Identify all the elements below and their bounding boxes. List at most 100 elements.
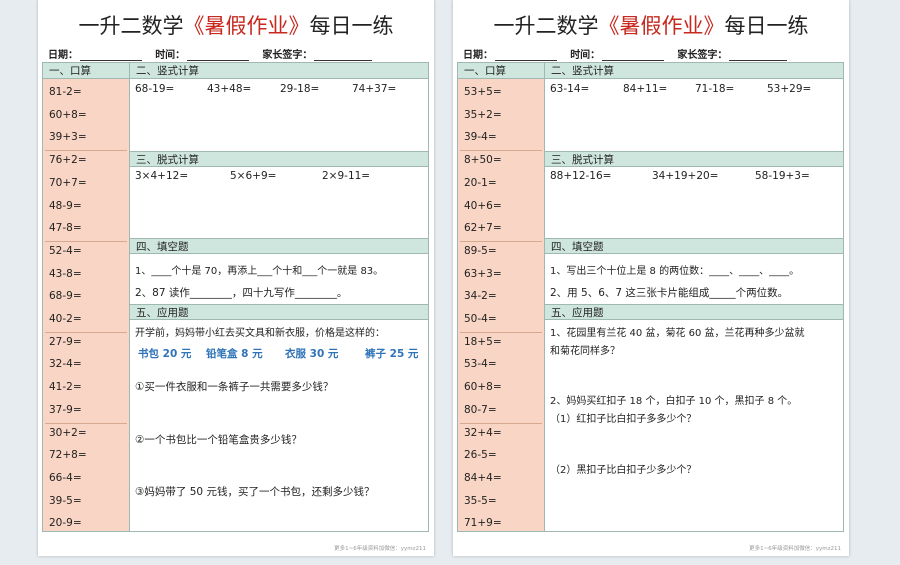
- oral-problem: 43-8=: [49, 267, 82, 280]
- oral-problem: 60+8=: [49, 108, 87, 121]
- oral-divider: [45, 241, 127, 243]
- title-highlight: 《暑假作业》: [598, 14, 725, 38]
- oral-problem: 40+6=: [464, 199, 502, 212]
- app-question-2b: （2）黑扣子比白扣子少多少个？: [550, 465, 697, 476]
- app-question-1-cont: 和菊花同样多？: [550, 346, 620, 357]
- oral-problem: 39-4=: [464, 131, 497, 144]
- oral-problem: 48-9=: [49, 199, 82, 212]
- oral-problem: 20-9=: [49, 517, 82, 530]
- vertical-problem: 84+11=: [623, 83, 668, 95]
- vertical-heading: 二、竖式计算: [130, 63, 428, 79]
- fill-question-2: 2、87 读作________，四十九写作________。: [135, 287, 348, 299]
- oral-problem: 40-2=: [49, 313, 82, 325]
- price-bag: 书包 20 元: [138, 348, 192, 360]
- oral-problem: 34-2=: [464, 290, 497, 303]
- time-label: 时间：: [155, 50, 186, 61]
- app-question-3: ③妈妈带了 50 元钱，买了一个书包，还剩多少钱？: [135, 486, 375, 498]
- header-fields: 日期： 时间： 家长签字：: [463, 46, 843, 61]
- header-fields: 日期： 时间： 家长签字：: [48, 46, 428, 61]
- oral-divider: [460, 150, 542, 152]
- app-heading: 五、应用题: [130, 304, 428, 320]
- off-heading: 三、脱式计算: [545, 151, 843, 167]
- title-prefix: 一升二数学: [493, 14, 599, 38]
- fill-heading: 四、填空题: [130, 238, 428, 254]
- vertical-heading: 二、竖式计算: [545, 63, 843, 79]
- off-problem: 58-19+3=: [755, 170, 810, 182]
- oral-problem: 8+50=: [464, 154, 502, 167]
- oral-problem: 72+8=: [49, 449, 87, 462]
- title-highlight: 《暑假作业》: [183, 14, 310, 38]
- oral-problem: 26-5=: [464, 449, 497, 462]
- oral-problem: 62+7=: [464, 222, 502, 235]
- date-label: 日期：: [48, 50, 78, 61]
- off-problem: 3×4+12=: [135, 170, 189, 182]
- date-label: 日期：: [463, 50, 493, 61]
- oral-heading: 一、口算: [458, 63, 544, 79]
- oral-problem: 50-4=: [464, 313, 497, 325]
- app-question-1: 1、花园里有兰花 40 盆，菊花 60 盆，兰花再种多少盆就: [550, 328, 805, 339]
- footer-note: 更多1~6年级资料加微信：yymz211: [749, 546, 841, 552]
- oral-column: 一、口算 81-2= 60+8= 39+3= 76+2= 70+7= 48-9= 47-8=…: [43, 63, 130, 531]
- app-question-1: ①买一件衣服和一条裤子一共需要多少钱？: [135, 381, 334, 393]
- oral-problem: 18+5=: [464, 335, 502, 348]
- off-problem: 34+19+20=: [652, 170, 719, 182]
- oral-heading: 一、口算: [43, 63, 129, 79]
- oral-problem: 35+2=: [464, 108, 502, 121]
- oral-divider: [45, 422, 127, 424]
- oral-problem: 32+4=: [464, 426, 502, 439]
- oral-problem: 60+8=: [464, 381, 502, 394]
- date-blank: [80, 50, 142, 61]
- sign-label: 家长签字：: [677, 50, 728, 61]
- off-problem: 2×9-11=: [322, 170, 371, 182]
- fill-question-1: 1、____个十是 70，再添上___个十和___个一就是 83。: [135, 266, 384, 277]
- oral-problem: 53-4=: [464, 358, 497, 371]
- worksheet-title: 一升二数学《暑假作业》每日一练: [453, 10, 849, 40]
- oral-problem: 39+3=: [49, 131, 87, 144]
- oral-divider: [460, 422, 542, 424]
- oral-problem: 30+2=: [49, 426, 87, 439]
- oral-divider: [460, 241, 542, 243]
- fill-question-1: 1、写出三个十位上是 8 的两位数：____、____、____。: [550, 266, 800, 277]
- title-prefix: 一升二数学: [78, 14, 184, 38]
- footer-note: 更多1~6年级资料加微信：yymz211: [334, 546, 426, 552]
- oral-problem: 71+9=: [464, 517, 502, 530]
- off-heading: 三、脱式计算: [130, 151, 428, 167]
- oral-problem: 39-5=: [49, 494, 82, 507]
- app-intro: 开学前，妈妈带小红去买文具和新衣服，价格是这样的：: [135, 328, 385, 339]
- oral-problem: 47-8=: [49, 222, 82, 235]
- fill-heading: 四、填空题: [545, 238, 843, 254]
- vertical-problem: 71-18=: [695, 83, 735, 95]
- oral-problem: 81-2=: [49, 86, 82, 98]
- oral-divider: [45, 332, 127, 333]
- worksheet-grid: 一、口算 81-2= 60+8= 39+3= 76+2= 70+7= 48-9= 47-8=…: [42, 62, 429, 532]
- title-suffix: 每日一练: [724, 14, 809, 38]
- oral-problem: 68-9=: [49, 290, 82, 303]
- oral-problem: 53+5=: [464, 86, 502, 98]
- oral-divider: [45, 150, 127, 152]
- vertical-problem: 68-19=: [135, 83, 175, 95]
- oral-problem: 35-5=: [464, 494, 497, 507]
- oral-column: 一、口算 53+5= 35+2= 39-4= 8+50= 20-1= 40+6= 62+7=…: [458, 63, 545, 531]
- main-column: 二、竖式计算 63-14= 84+11= 71-18= 53+29= 三、脱式计…: [545, 63, 843, 531]
- vertical-problem: 53+29=: [767, 83, 812, 95]
- date-blank: [495, 50, 557, 61]
- app-question-2: 2、妈妈买红扣子 18 个，白扣子 10 个，黑扣子 8 个。: [550, 396, 798, 407]
- time-blank: [602, 50, 665, 61]
- oral-problem: 52-4=: [49, 244, 82, 257]
- time-blank: [187, 50, 250, 61]
- app-question-2: ②一个书包比一个铅笔盒贵多少钱？: [135, 434, 302, 446]
- price-clothes: 衣服 30 元: [285, 348, 339, 360]
- worksheet-grid: 一、口算 53+5= 35+2= 39-4= 8+50= 20-1= 40+6= 62+7=…: [457, 62, 844, 532]
- oral-problem: 70+7=: [49, 176, 87, 189]
- title-suffix: 每日一练: [309, 14, 394, 38]
- off-problem: 5×6+9=: [230, 170, 277, 182]
- oral-problem: 63+3=: [464, 267, 502, 280]
- sign-label: 家长签字：: [262, 50, 313, 61]
- oral-problem: 84+4=: [464, 471, 502, 484]
- worksheet-title: 一升二数学《暑假作业》每日一练: [38, 10, 434, 40]
- oral-problem: 76+2=: [49, 154, 87, 167]
- worksheet-left: 一升二数学《暑假作业》每日一练 日期： 时间： 家长签字： 一、口算 81-2=…: [38, 0, 434, 556]
- app-question-2a: （1）红扣子比白扣子多多少个？: [550, 414, 697, 425]
- oral-problem: 27-9=: [49, 335, 82, 348]
- oral-problem: 41-2=: [49, 381, 82, 394]
